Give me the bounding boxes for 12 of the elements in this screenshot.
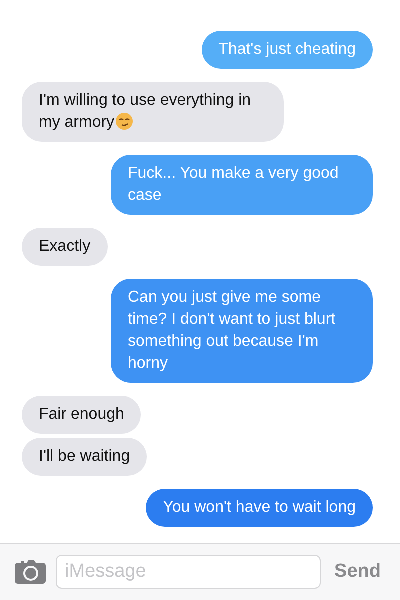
camera-icon[interactable] — [15, 560, 46, 584]
message-bubble: Exactly — [22, 228, 108, 266]
message-bubble: Fuck... You make a very good case — [111, 155, 373, 215]
message-bubble: Can you just give me some time? I don't want to just blurt something out because I'm horny — [111, 279, 373, 383]
message-bubble: I'm willing to use everything in my armory — [22, 82, 284, 142]
message-bubble: I'll be waiting — [22, 438, 148, 476]
message-bubble: Fair enough — [22, 396, 142, 434]
smirking-face-icon — [116, 113, 133, 130]
message-field[interactable]: iMessage — [56, 555, 321, 589]
message-bubble: That's just cheating — [202, 31, 373, 69]
message-bubble: You won't have to wait long — [146, 489, 373, 527]
send-button[interactable]: Send — [330, 558, 385, 586]
